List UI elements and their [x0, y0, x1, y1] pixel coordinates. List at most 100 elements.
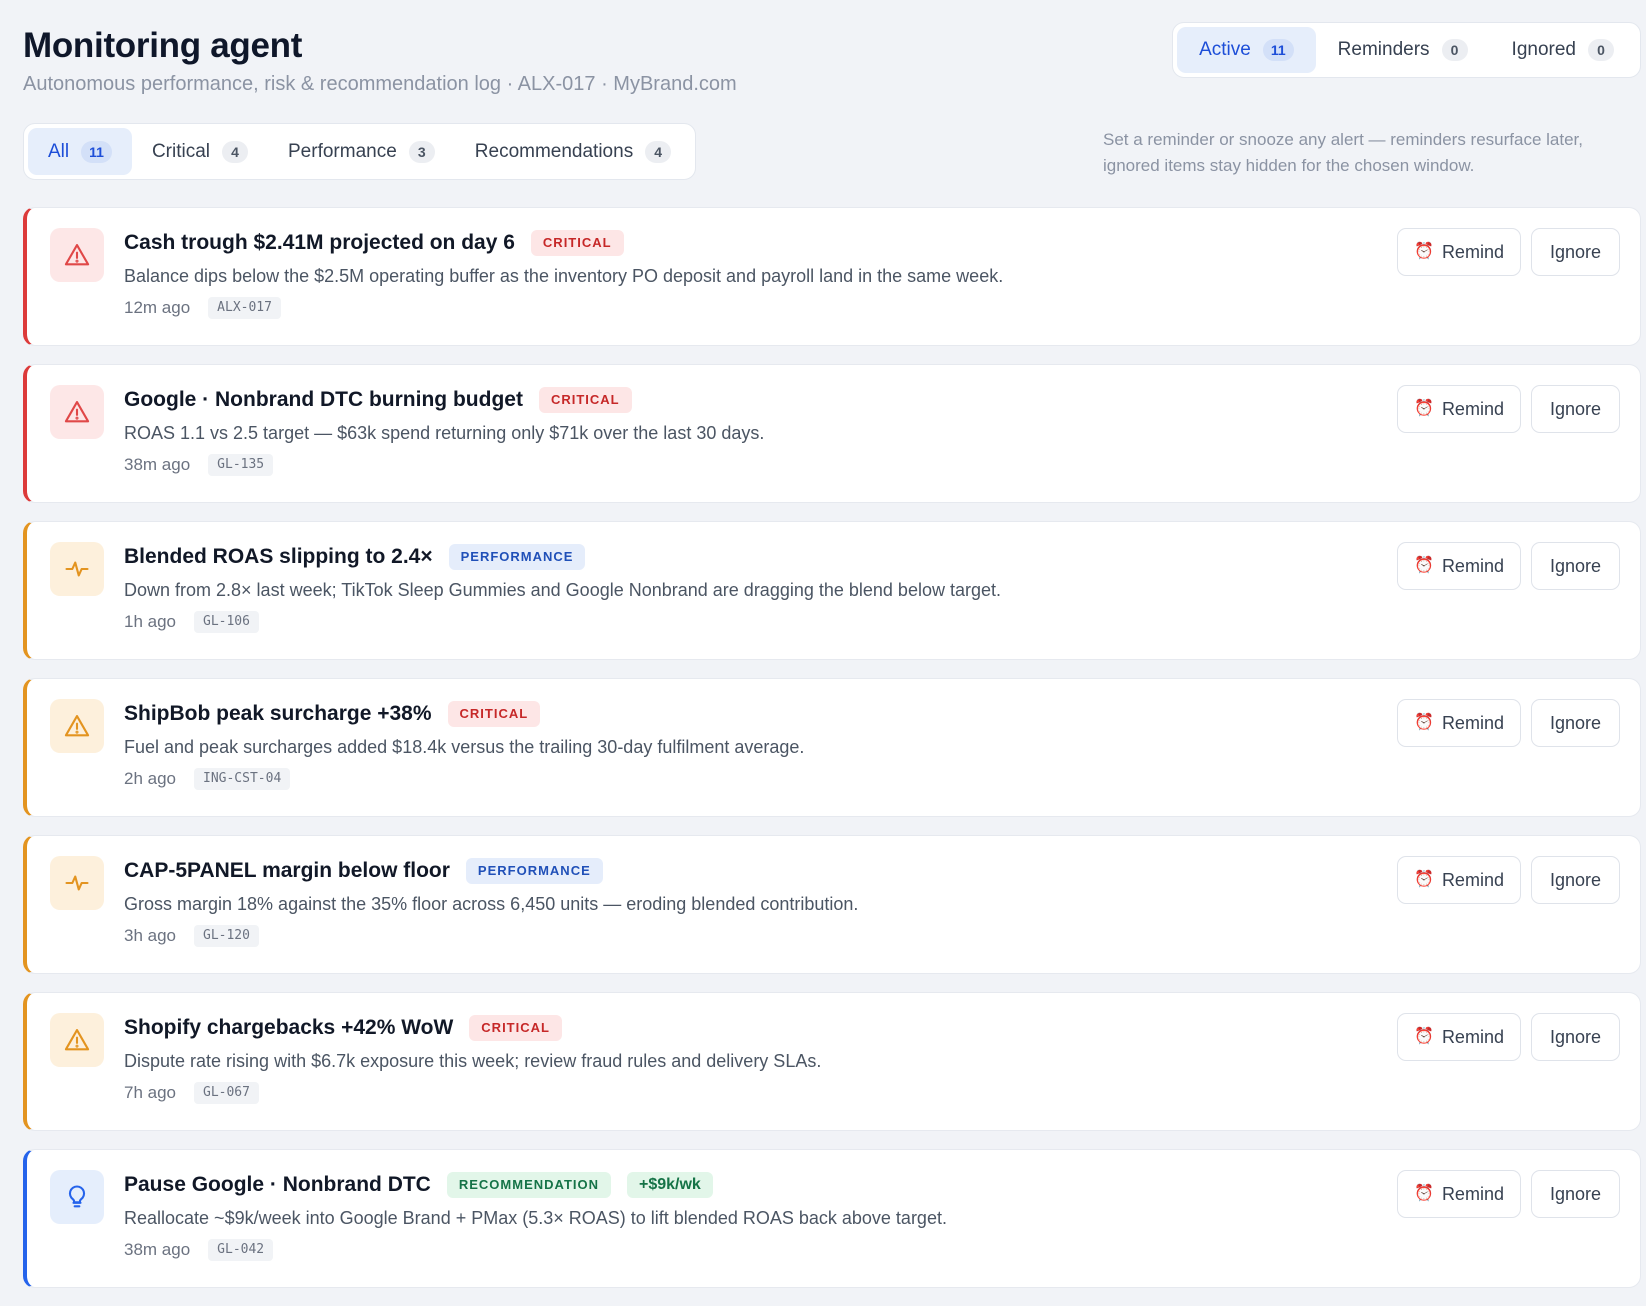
ignore-button[interactable]: Ignore	[1531, 699, 1620, 747]
remind-label: Remind	[1441, 555, 1504, 576]
alert-code: ING-CST-04	[194, 768, 291, 790]
ignore-button[interactable]: Ignore	[1531, 542, 1620, 590]
remind-button[interactable]: ⏰ Remind	[1397, 542, 1521, 590]
alert-title: Google · Nonbrand DTC burning budget	[124, 388, 523, 411]
filter-label: Critical	[151, 140, 210, 162]
warning-triangle-icon	[50, 385, 104, 439]
remind-button[interactable]: ⏰ Remind	[1397, 228, 1521, 276]
remind-label: Remind	[1441, 398, 1504, 419]
activity-pulse-icon	[50, 856, 104, 910]
severity-badge: PERFORMANCE	[448, 544, 586, 570]
filter-label: All	[48, 140, 70, 162]
alert-time: 3h ago	[124, 926, 176, 945]
alarm-clock-icon: ⏰	[1414, 557, 1434, 574]
tab-label: Ignored	[1511, 39, 1576, 60]
alert-description: ROAS 1.1 vs 2.5 target — $63k spend retu…	[124, 423, 765, 443]
filter-recommendations[interactable]: Recommendations 4	[455, 128, 691, 175]
page-subtitle: Autonomous performance, risk & recommend…	[23, 73, 737, 95]
alert-description: Down from 2.8× last week; TikTok Sleep G…	[124, 580, 1001, 600]
alert-card: Cash trough $2.41M projected on day 6 CR…	[23, 207, 1641, 346]
alert-code: GL-135	[208, 454, 274, 476]
filter-count: 3	[408, 140, 435, 163]
remind-label: Remind	[1441, 1026, 1504, 1047]
status-tabs: Active 11 Reminders 0 Ignored 0	[1172, 22, 1641, 78]
severity-badge: CRITICAL	[469, 1015, 562, 1041]
alarm-clock-icon: ⏰	[1414, 871, 1434, 888]
remind-button[interactable]: ⏰ Remind	[1397, 699, 1521, 747]
alert-time: 12m ago	[124, 298, 191, 317]
filter-critical[interactable]: Critical 4	[132, 128, 268, 175]
alarm-clock-icon: ⏰	[1414, 714, 1434, 731]
alert-title: CAP-5PANEL margin below floor	[124, 859, 450, 882]
alert-list: Cash trough $2.41M projected on day 6 CR…	[23, 207, 1641, 1306]
alert-description: Fuel and peak surcharges added $18.4k ve…	[124, 737, 805, 757]
alarm-clock-icon: ⏰	[1414, 1185, 1434, 1202]
severity-badge: RECOMMENDATION	[446, 1172, 611, 1198]
alert-card: Shopify chargebacks +42% WoW CRITICAL Di…	[23, 992, 1641, 1131]
alert-card: Blended ROAS slipping to 2.4× PERFORMANC…	[23, 521, 1641, 660]
page-header: Monitoring agent Autonomous performance,…	[23, 0, 1641, 200]
alert-card: CAP-5PANEL margin below floor PERFORMANC…	[23, 835, 1641, 974]
ignore-button[interactable]: Ignore	[1531, 385, 1620, 433]
tab-count: 0	[1441, 39, 1468, 61]
remind-label: Remind	[1441, 869, 1504, 890]
alert-description: Balance dips below the $2.5M operating b…	[124, 266, 1004, 286]
alert-title: Shopify chargebacks +42% WoW	[124, 1016, 454, 1039]
alert-code: GL-067	[194, 1082, 259, 1104]
alert-code: GL-120	[194, 925, 259, 947]
tab-reminders[interactable]: Reminders 0	[1316, 27, 1490, 73]
alarm-clock-icon: ⏰	[1414, 243, 1434, 260]
alert-time: 38m ago	[124, 1240, 191, 1259]
alert-time: 7h ago	[124, 1083, 176, 1102]
ignore-button[interactable]: Ignore	[1531, 856, 1620, 904]
tab-label: Reminders	[1337, 39, 1430, 60]
tab-active[interactable]: Active 11	[1177, 27, 1316, 73]
filter-label: Performance	[288, 140, 397, 162]
alert-code: ALX-017	[208, 297, 281, 319]
remind-button[interactable]: ⏰ Remind	[1397, 385, 1521, 433]
activity-pulse-icon	[50, 542, 104, 596]
impact-badge: +$9k/wk	[627, 1172, 713, 1198]
ignore-button[interactable]: Ignore	[1531, 228, 1620, 276]
alert-code: GL-042	[208, 1239, 274, 1261]
filter-performance[interactable]: Performance 3	[268, 128, 455, 175]
severity-badge: CRITICAL	[447, 701, 541, 727]
severity-badge: CRITICAL	[538, 387, 632, 413]
alert-description: Dispute rate rising with $6.7k exposure …	[124, 1051, 822, 1071]
alarm-clock-icon: ⏰	[1414, 400, 1434, 417]
warning-triangle-icon	[50, 1013, 104, 1067]
filter-count: 4	[645, 140, 672, 163]
filter-all[interactable]: All 11	[28, 128, 132, 175]
filter-label: Recommendations	[474, 140, 634, 162]
alert-card: Google · Nonbrand DTC burning budget CRI…	[23, 364, 1641, 503]
remind-button[interactable]: ⏰ Remind	[1397, 856, 1521, 904]
lightbulb-icon	[50, 1170, 104, 1224]
ignore-button[interactable]: Ignore	[1531, 1013, 1620, 1061]
tab-label: Active	[1199, 39, 1251, 60]
warning-triangle-icon	[50, 228, 104, 282]
severity-badge: PERFORMANCE	[465, 858, 603, 884]
alert-time: 38m ago	[124, 455, 191, 474]
remind-label: Remind	[1441, 712, 1504, 733]
alert-title: Cash trough $2.41M projected on day 6	[124, 231, 515, 254]
alert-card: Pause Google · Nonbrand DTC RECOMMENDATI…	[23, 1149, 1641, 1288]
warning-triangle-icon	[50, 699, 104, 753]
remind-label: Remind	[1441, 1183, 1504, 1204]
ignore-button[interactable]: Ignore	[1531, 1170, 1620, 1218]
filter-count: 4	[222, 140, 248, 163]
remind-button[interactable]: ⏰ Remind	[1397, 1013, 1521, 1061]
tab-ignored[interactable]: Ignored 0	[1490, 27, 1636, 73]
alert-title: ShipBob peak surcharge +38%	[124, 702, 432, 725]
filter-tabs: All 11 Critical 4 Performance 3 Recommen…	[23, 123, 697, 180]
alert-card: ShipBob peak surcharge +38% CRITICAL Fue…	[23, 678, 1641, 817]
alarm-clock-icon: ⏰	[1414, 1028, 1434, 1045]
remind-button[interactable]: ⏰ Remind	[1397, 1170, 1521, 1218]
monitoring-page: Monitoring agent Autonomous performance,…	[23, 0, 1641, 1288]
filter-count: 11	[81, 140, 112, 163]
tab-count: 11	[1262, 39, 1294, 61]
alert-description: Reallocate ~$9k/week into Google Brand +…	[124, 1208, 947, 1228]
alert-time: 1h ago	[124, 612, 176, 631]
severity-badge: CRITICAL	[530, 230, 624, 256]
alert-code: GL-106	[194, 611, 259, 633]
remind-label: Remind	[1441, 241, 1504, 262]
